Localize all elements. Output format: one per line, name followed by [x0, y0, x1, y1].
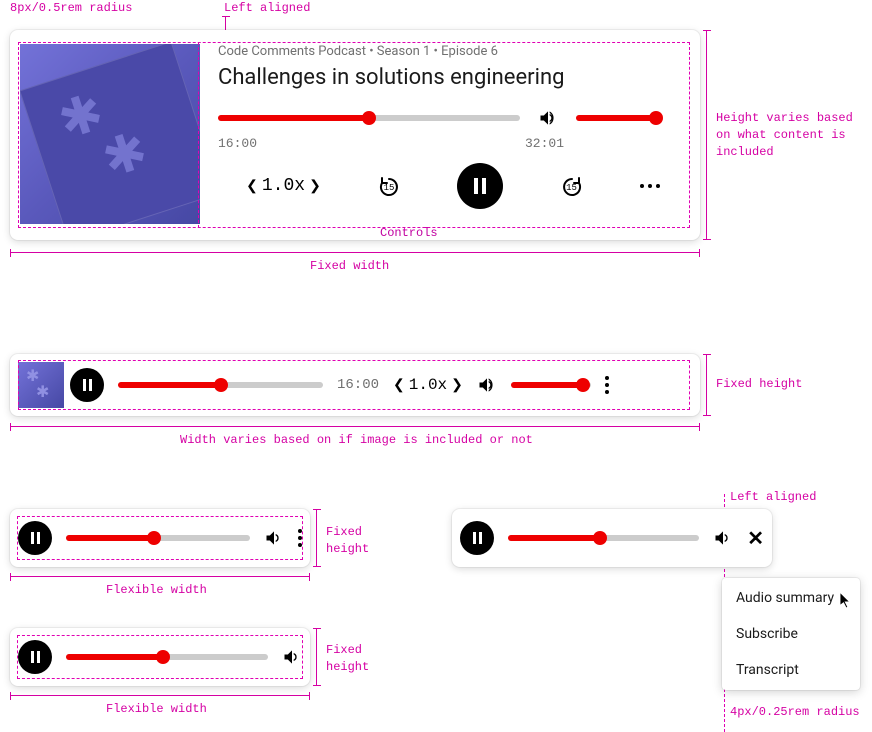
anno-line: [10, 576, 310, 577]
cursor-icon: [840, 592, 854, 610]
anno-radius4: 4px/0.25rem radius: [730, 704, 860, 721]
anno-fixed-height2: Fixed height: [326, 524, 369, 558]
anno-flexible-width: Flexible width: [106, 582, 207, 599]
spec-outline: [18, 42, 690, 228]
close-icon[interactable]: ✕: [747, 526, 764, 550]
menu-item-transcript[interactable]: Transcript: [722, 652, 860, 688]
spec-outline: [18, 360, 690, 410]
anno-controls: Controls: [380, 225, 438, 242]
spec-divider: [198, 42, 199, 228]
spec-outline: [17, 516, 303, 560]
anno-brace: [706, 354, 707, 416]
anno-fixed-width: Fixed width: [310, 258, 389, 275]
anno-brace: [316, 628, 317, 686]
anno-fixed-height3: Fixed height: [326, 642, 369, 676]
anno-radius8: 8px/0.5rem radius: [10, 0, 132, 17]
anno-fixed-height: Fixed height: [716, 376, 802, 393]
spec-outline: [17, 635, 303, 679]
anno-left-aligned: Left aligned: [224, 0, 310, 17]
anno-brace: [316, 509, 317, 567]
anno-flexible-width2: Flexible width: [106, 701, 207, 718]
anno-width-varies: Width varies based on if image is includ…: [180, 432, 533, 449]
volume-icon[interactable]: [713, 528, 733, 548]
menu-item-subscribe[interactable]: Subscribe: [722, 616, 860, 652]
audio-player-with-menu: ✕: [452, 509, 772, 567]
pause-icon: [473, 532, 482, 544]
anno-left-aligned2: Left aligned: [730, 489, 816, 506]
anno-line: [10, 426, 700, 427]
play-pause-button[interactable]: [460, 521, 494, 555]
anno-width-line: [10, 252, 700, 253]
seek-slider[interactable]: [508, 535, 699, 541]
anno-line: [10, 695, 310, 696]
anno-height-varies: Height varies based on what content is i…: [716, 110, 853, 160]
anno-brace: [706, 30, 707, 240]
